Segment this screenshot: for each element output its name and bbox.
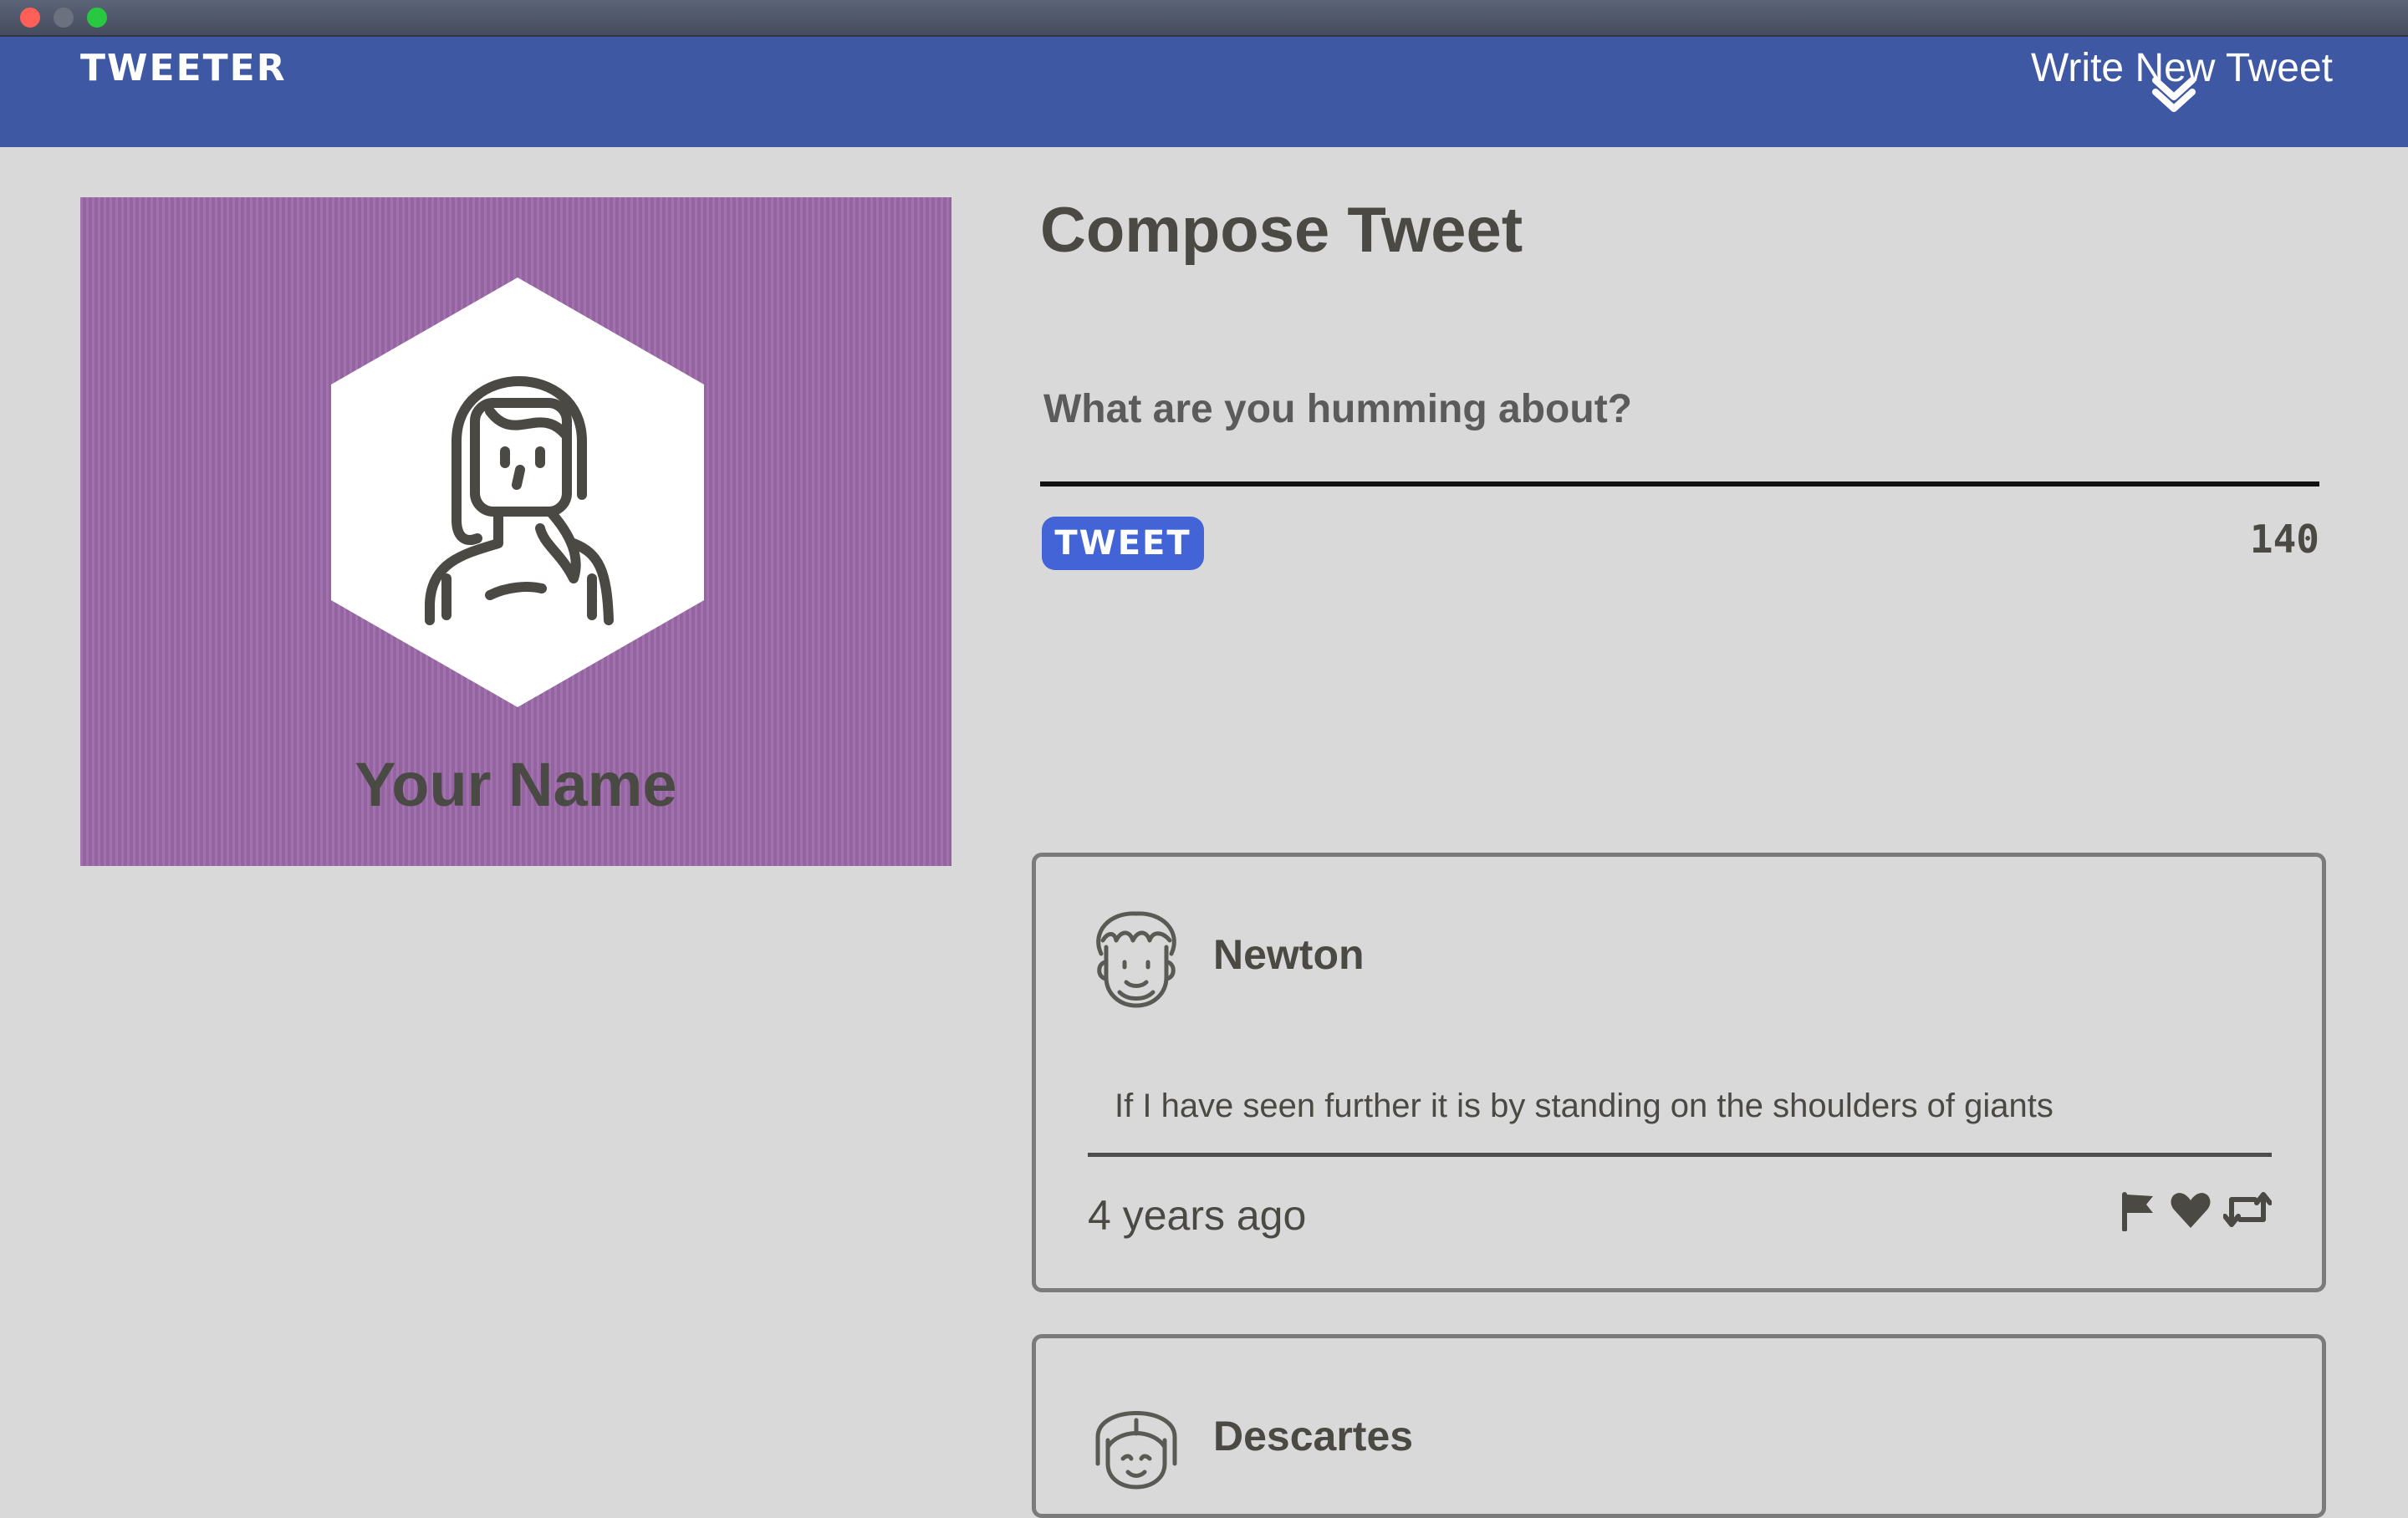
brand-logo[interactable]: TWEETER: [80, 47, 287, 89]
compose-title: Compose Tweet: [1040, 195, 1523, 266]
flag-icon[interactable]: [2120, 1191, 2158, 1235]
tweet-actions: [2120, 1191, 2273, 1235]
bob-hair-avatar-icon: [1095, 1411, 1177, 1490]
tweet-card: Descartes: [1032, 1334, 2326, 1518]
heart-icon[interactable]: [2170, 1191, 2212, 1235]
minimize-window-button[interactable]: [54, 8, 74, 28]
profile-card: Your Name: [80, 197, 951, 866]
character-counter: 140: [2249, 517, 2319, 562]
tweet-text: If I have seen further it is by standing…: [1115, 1088, 2053, 1124]
tweet-divider: [1088, 1153, 2272, 1157]
write-new-tweet-toggle[interactable]: Write New Tweet: [2023, 42, 2333, 134]
tweet-author[interactable]: Newton: [1213, 930, 1365, 979]
tweet-card: Newton If I have seen further it is by s…: [1032, 853, 2326, 1292]
chevron-down-icon: [2152, 77, 2196, 112]
window-titlebar: [0, 0, 2408, 37]
maximize-window-button[interactable]: [87, 8, 107, 28]
tweet-author[interactable]: Descartes: [1213, 1412, 1413, 1460]
curly-hair-avatar-icon: [1096, 911, 1176, 1008]
tweet-timestamp: 4 years ago: [1088, 1192, 1307, 1239]
retweet-icon[interactable]: [2222, 1191, 2273, 1235]
woman-avatar-icon: [331, 278, 704, 707]
tweet-submit-button[interactable]: TWEET: [1042, 517, 1204, 570]
tweet-text-input[interactable]: [1040, 378, 2319, 486]
profile-name: Your Name: [355, 750, 677, 819]
close-window-button[interactable]: [20, 8, 40, 28]
top-navbar: TWEETER Write New Tweet: [0, 37, 2408, 147]
